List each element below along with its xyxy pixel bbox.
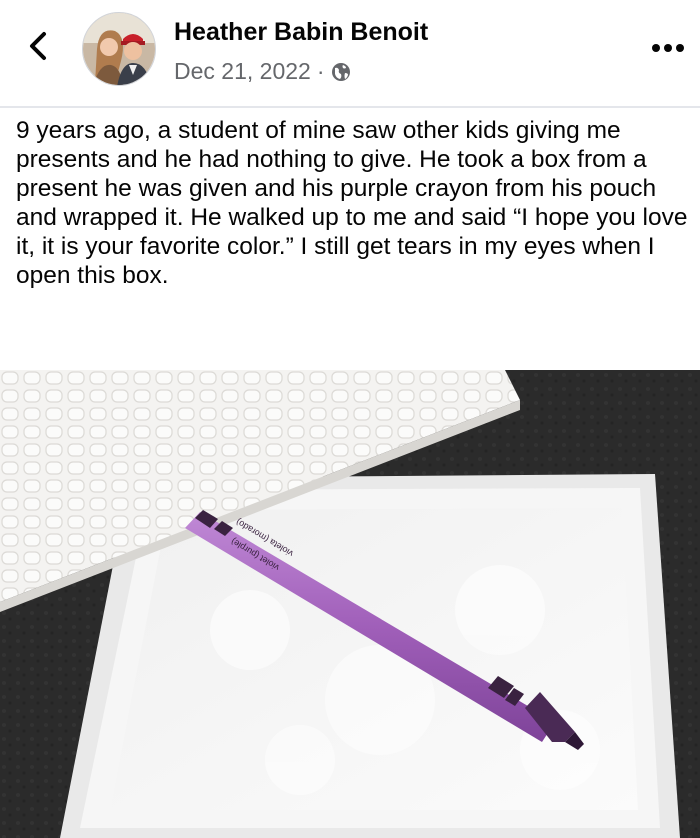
avatar-photo (83, 13, 155, 85)
avatar[interactable] (82, 12, 156, 86)
post-date[interactable]: Dec 21, 2022 (174, 58, 311, 85)
author-name[interactable]: Heather Babin Benoit (174, 18, 428, 47)
post-meta: Dec 21, 2022 · (174, 58, 351, 85)
back-button[interactable] (20, 28, 56, 64)
post-text: 9 years ago, a student of mine saw other… (16, 117, 688, 289)
more-options-icon (652, 44, 684, 52)
globe-icon (331, 62, 350, 81)
post-photo[interactable]: violet (purple) violeta (morado) (0, 370, 700, 838)
post-header: Heather Babin Benoit Dec 21, 2022 · (0, 0, 700, 108)
chevron-left-icon (30, 32, 46, 60)
meta-separator: · (316, 58, 325, 84)
crayon-in-box-image: violet (purple) violeta (morado) (0, 370, 700, 838)
more-options-button[interactable] (648, 38, 688, 58)
